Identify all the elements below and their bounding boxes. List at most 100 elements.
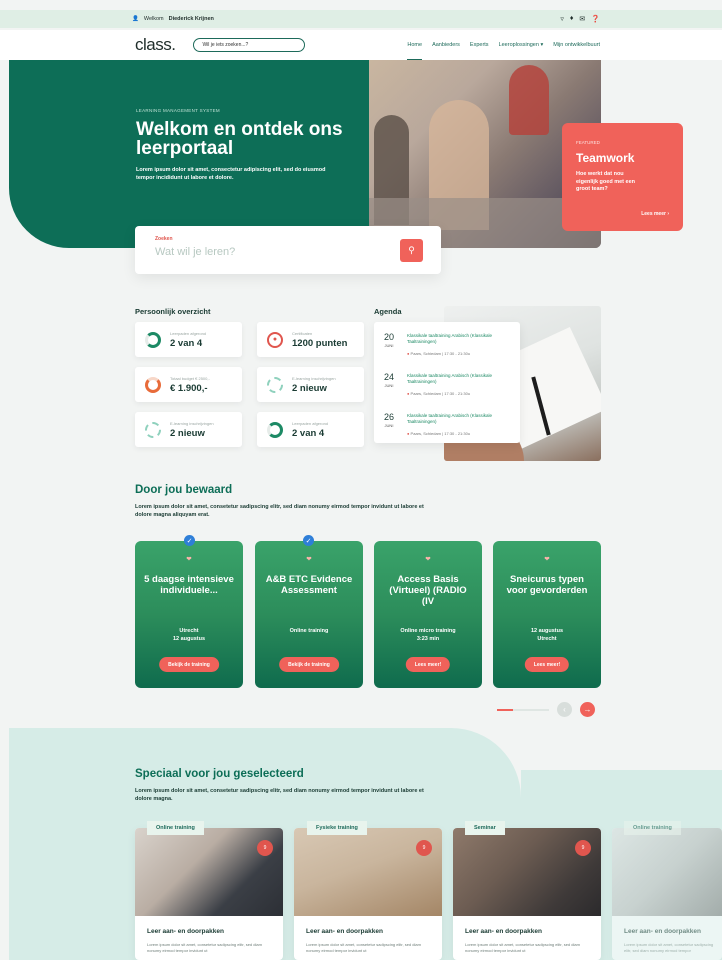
hero-kicker: LEARNING MANAGEMENT SYSTEM [136,108,220,113]
agenda-event-title[interactable]: Klassikale taaltraining Arabisch (Klassi… [407,413,515,425]
card-title: Access Basis (Virtueel) (RADIO (IV [389,574,467,607]
stat-label: Leerpaden afgerond [292,420,329,426]
bell-icon[interactable]: ♦ [570,15,574,23]
user-icon: 👤 [132,16,139,22]
agenda-month: JUNI [384,343,394,348]
stat-label: E-learning inschrijvingen [170,420,214,426]
nav-search-input[interactable]: Wil je iets zoeken...? [193,38,306,52]
nav-item-aanbieders[interactable]: Aanbieders [432,38,460,52]
view-training-button[interactable]: Bekijk de training [279,657,339,672]
card-title: Leer aan- en doorpakken [306,928,383,935]
category-tag: Seminar [465,821,505,835]
category-tag: Online training [624,821,681,835]
carousel-controls: ‹ → [497,702,595,717]
featured-card[interactable]: FEATURED Teamwork Hoe werkt dat nou eige… [562,123,683,231]
saved-training-card[interactable]: ❤ Access Basis (Virtueel) (RADIO (IV Onl… [374,541,482,688]
agenda-day: 26 [383,412,394,422]
stat-card[interactable]: Totaal budget € 2500,- € 1.900,- [135,367,242,402]
dashed-ring-icon [145,421,161,438]
carousel-progress [497,708,549,711]
read-more-button[interactable]: Lees meer! [524,657,570,672]
read-more-button[interactable]: Lees meer! [405,657,451,672]
agenda-list: 20 JUNI Klassikale taaltraining Arabisch… [374,322,520,443]
stat-card[interactable]: ● Certificaten 1200 punten [257,322,364,357]
selected-title: Speciaal voor jou geselecteerd [135,768,304,780]
search-input[interactable]: Wat wil je leren? [155,246,421,258]
agenda-event-title[interactable]: Klassikale taaltraining Arabisch (Klassi… [407,333,515,345]
recommended-card[interactable]: Leer aan- en doorpakken Lorem ipsum dolo… [612,828,722,960]
checkmark-icon: ✓ [303,535,314,546]
agenda-location: ● Paars, Schiedam | 17:30 - 21:30u [407,351,471,356]
stat-value: 2 nieuw [292,382,327,394]
medal-icon: ● [267,331,283,348]
rating-badge: 9 [575,840,591,856]
card-meta: 12 augustus Utrecht [530,628,564,642]
card-image [612,828,722,916]
saved-training-card[interactable]: ❤ A&B ETC Evidence Assessment Online tra… [255,541,363,688]
card-meta: Utrecht 12 augustus [172,628,206,642]
chevron-left-icon: ‹ [563,705,566,714]
search-box: Zoeken Wat wil je leren? ⚲ [135,226,441,274]
carousel-next-button[interactable]: → [580,702,595,717]
agenda-item[interactable]: 20 JUNI Klassikale taaltraining Arabisch… [374,324,520,362]
progress-ring-icon [267,421,283,438]
stat-value: € 1.900,- [170,382,208,394]
heart-icon[interactable]: ❤ [135,555,243,563]
stat-card[interactable]: E-learning inschrijvingen 2 nieuw [257,367,364,402]
rating-badge: 9 [257,840,273,856]
saved-description: Lorem ipsum dolor sit amet, consetetur s… [135,504,424,518]
location-pin-icon: ● [407,351,410,356]
stat-card[interactable]: E-learning inschrijvingen 2 nieuw [135,412,242,447]
main-navigation: class. Wil je iets zoeken...? Home Aanbi… [0,30,722,61]
checkmark-icon: ✓ [184,535,195,546]
card-meta: Online training [289,628,329,634]
recommended-card[interactable]: 9 Leer aan- en doorpakken Lorem ipsum do… [294,828,442,960]
featured-read-more-link[interactable]: Lees meer › [641,211,669,217]
featured-title: Teamwork [576,151,635,165]
stat-label: E-learning inschrijvingen [292,375,336,381]
saved-training-card[interactable]: ❤ Sneicurus typen voor gevorderden 12 au… [493,541,601,688]
help-icon[interactable]: ❓ [591,15,600,23]
agenda-month: JUNI [384,383,394,388]
user-greeting[interactable]: 👤 Welkom Diederick Krijnen [132,16,214,22]
rating-badge: 9 [416,840,432,856]
heart-icon[interactable]: ❤ [374,555,482,563]
card-title: Leer aan- en doorpakken [465,928,542,935]
search-label: Zoeken [155,236,173,242]
heart-icon[interactable]: ❤ [255,555,363,563]
recommended-card[interactable]: 9 Leer aan- en doorpakken Lorem ipsum do… [135,828,283,960]
card-title: A&B ETC Evidence Assessment [265,574,353,596]
agenda-item[interactable]: 24 JUNI Klassikale taaltraining Arabisch… [374,364,520,402]
agenda-event-title[interactable]: Klassikale taaltraining Arabisch (Klassi… [407,373,515,385]
nav-item-leeroplossingen[interactable]: Leeroplossingen ▾ [499,38,544,52]
arrow-right-icon: → [583,705,592,714]
category-tag: Fysieke training [307,821,367,835]
basket-icon[interactable]: ▿ [560,15,564,23]
selected-description: Lorem ipsum dolor sit amet, consetetur s… [135,788,424,802]
card-title: Leer aan- en doorpakken [147,928,224,935]
stat-label: Certificaten [292,330,313,336]
heart-icon[interactable]: ❤ [493,555,601,563]
card-text: Lorem ipsum dolor sit amet, consetetur s… [465,942,580,953]
carousel-prev-button[interactable]: ‹ [557,702,572,717]
recommended-card[interactable]: 9 Leer aan- en doorpakken Lorem ipsum do… [453,828,601,960]
nav-item-ontwikkelbuurt[interactable]: Mijn ontwikkelbuurt [553,38,600,52]
saved-training-card[interactable]: ❤ 5 daagse intensieve individuele... Utr… [135,541,243,688]
stat-value: 1200 punten [292,337,348,349]
overview-title: Persoonlijk overzicht [135,307,211,316]
card-meta: Online micro training 3:23 min [400,628,456,642]
agenda-title: Agenda [374,307,402,316]
search-icon: ⚲ [408,245,415,255]
stat-value: 2 van 4 [170,337,203,349]
logo[interactable]: class. [135,35,176,55]
featured-text: Hoe werkt dat nou eigenlijk goed met een… [576,171,635,192]
view-training-button[interactable]: Bekijk de training [159,657,219,672]
stat-card[interactable]: Leerpaden afgerond 2 van 4 [257,412,364,447]
nav-item-experts[interactable]: Experts [470,38,489,52]
nav-item-home[interactable]: Home [407,38,422,61]
mail-icon[interactable]: ✉ [579,15,585,23]
agenda-item[interactable]: 26 JUNI Klassikale taaltraining Arabisch… [374,404,520,442]
stat-card[interactable]: Leerpaden afgerond 2 van 4 [135,322,242,357]
top-utility-bar: 👤 Welkom Diederick Krijnen ▿ ♦ ✉ ❓ [0,10,722,28]
search-button[interactable]: ⚲ [400,239,423,262]
